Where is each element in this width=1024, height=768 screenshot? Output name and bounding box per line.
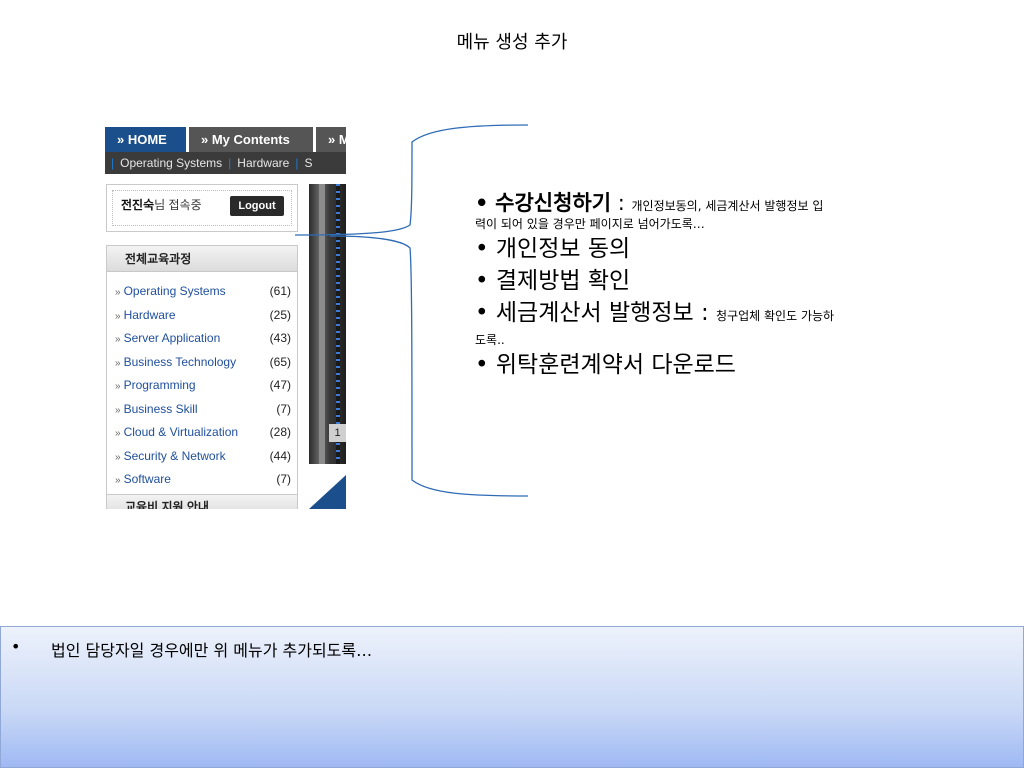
callout-item-payment: • 결제방법 확인 xyxy=(475,265,925,297)
callout-invoice-title: 세금계산서 발행정보 xyxy=(495,300,694,326)
note-box: • 법인 담당자일 경우에만 위 메뉴가 추가되도록… xyxy=(0,626,1024,768)
chevron-right-icon: » xyxy=(115,357,121,369)
callout-bullet: • xyxy=(475,352,489,378)
callout-privacy-label: 개인정보 동의 xyxy=(495,236,631,262)
course-item-security-network[interactable]: » Security & Network (44) xyxy=(115,445,291,469)
course-item-count: (28) xyxy=(269,425,291,439)
course-item-label: Operating Systems xyxy=(123,284,226,298)
course-item-label: Cloud & Virtualization xyxy=(123,425,239,439)
chevron-right-icon: » xyxy=(115,428,121,439)
tab-home[interactable]: » HOME xyxy=(105,127,186,152)
callout-colon: : xyxy=(611,191,632,215)
subnav-separator: | xyxy=(228,156,232,170)
course-item-count: (61) xyxy=(269,284,291,298)
note-text: 법인 담당자일 경우에만 위 메뉴가 추가되도록… xyxy=(51,641,373,660)
course-item-label: Security & Network xyxy=(123,448,226,463)
course-item-count: (7) xyxy=(276,401,291,416)
slide-title: 메뉴 생성 추가 xyxy=(456,32,568,53)
callout-list: • 수강신청하기 : 개인정보동의, 세금계산서 발행정보 입 력이 되어 있을… xyxy=(475,190,925,381)
callout-item-privacy: • 개인정보 동의 xyxy=(475,233,925,265)
course-item-count: (47) xyxy=(269,378,291,392)
callout-bullet: • xyxy=(475,300,489,326)
callout-item-enroll: • 수강신청하기 : 개인정보동의, 세금계산서 발행정보 입 xyxy=(475,190,925,216)
course-item-label: Programming xyxy=(123,378,196,392)
course-item-count: (65) xyxy=(269,354,291,369)
callout-payment-label: 결제방법 확인 xyxy=(495,268,631,294)
callout-colon: : xyxy=(693,300,717,326)
course-category-panel: 전체교육과정 » Operating Systems (61) » Hardware(… xyxy=(106,245,298,509)
course-list: » Operating Systems (61) » Hardware (25) » Se… xyxy=(115,280,291,492)
subnav-item-operating-systems[interactable]: Operating Systems xyxy=(120,156,222,170)
course-item-software[interactable]: » Software (7) xyxy=(115,468,291,492)
callout-contract-label: 위탁훈련계약서 다운로드 xyxy=(495,352,736,378)
chevron-right-icon: » xyxy=(115,287,121,298)
course-item-count: (43) xyxy=(269,331,291,345)
course-item-cloud-virtualization[interactable]: » Cloud & Virtualization (28) xyxy=(115,421,291,445)
course-item-count: (25) xyxy=(269,307,291,322)
login-status-text: 전진숙님 접속중 xyxy=(121,196,202,213)
course-item-count: (44) xyxy=(269,448,291,463)
chevron-right-icon: » xyxy=(115,334,121,345)
course-item-label: Hardware xyxy=(123,307,176,322)
chevron-right-icon: » xyxy=(115,404,121,416)
course-item-business-technology[interactable]: » Business Technology (65) xyxy=(115,351,291,375)
callout-bullet: • xyxy=(475,268,489,294)
course-panel-header: 전체교육과정 xyxy=(107,246,297,272)
callout-item-contract: • 위탁훈련계약서 다운로드 xyxy=(475,349,925,381)
login-suffix: 님 접속중 xyxy=(154,198,202,212)
course-item-label: Server Application xyxy=(123,331,221,345)
course-item-operating-systems[interactable]: » Operating Systems (61) xyxy=(115,280,291,304)
course-item-label: Business Technology xyxy=(123,354,237,369)
chevron-right-icon: » xyxy=(115,381,121,392)
slide: 메뉴 생성 추가 » HOME » My Contents » M | Opera… xyxy=(0,0,1024,768)
login-status-box: 전진숙님 접속중 Logout xyxy=(106,184,298,232)
callout-bullet: • xyxy=(475,191,489,215)
course-item-server-application[interactable]: » Server Application (43) xyxy=(115,327,291,351)
logout-button[interactable]: Logout xyxy=(230,196,284,216)
education-support-header[interactable]: 교육비 지원 안내 xyxy=(107,494,297,509)
chevron-right-icon: » xyxy=(115,451,121,463)
callout-enroll-desc-a: 개인정보동의, 세금계산서 발행정보 입 xyxy=(631,199,824,213)
note-bullet: • xyxy=(11,637,21,656)
callout-invoice-desc-a: 청구업체 확인도 가능하 xyxy=(716,309,835,323)
callout-bullet: • xyxy=(475,236,489,262)
subnav-separator: | xyxy=(111,156,115,170)
callout-item-invoice: • 세금계산서 발행정보 : 청구업체 확인도 가능하 xyxy=(475,297,925,332)
course-item-label: Business Skill xyxy=(123,401,198,416)
chevron-right-icon: » xyxy=(115,475,121,486)
callout-invoice-desc-b: 도록.. xyxy=(475,333,505,347)
course-item-count: (7) xyxy=(276,472,291,486)
course-item-label: Software xyxy=(123,472,171,486)
chevron-right-icon: » xyxy=(115,310,121,322)
user-name: 전진숙 xyxy=(121,198,155,212)
subnav-item-hardware[interactable]: Hardware xyxy=(237,156,289,170)
course-item-business-skill[interactable]: » Business Skill (7) xyxy=(115,398,291,422)
course-item-hardware[interactable]: » Hardware (25) xyxy=(115,304,291,328)
callout-enroll-title: 수강신청하기 xyxy=(495,191,612,215)
callout-enroll-desc-b: 력이 되어 있을 경우만 페이지로 넘어가도록… xyxy=(475,217,705,231)
course-item-programming[interactable]: » Programming (47) xyxy=(115,374,291,398)
